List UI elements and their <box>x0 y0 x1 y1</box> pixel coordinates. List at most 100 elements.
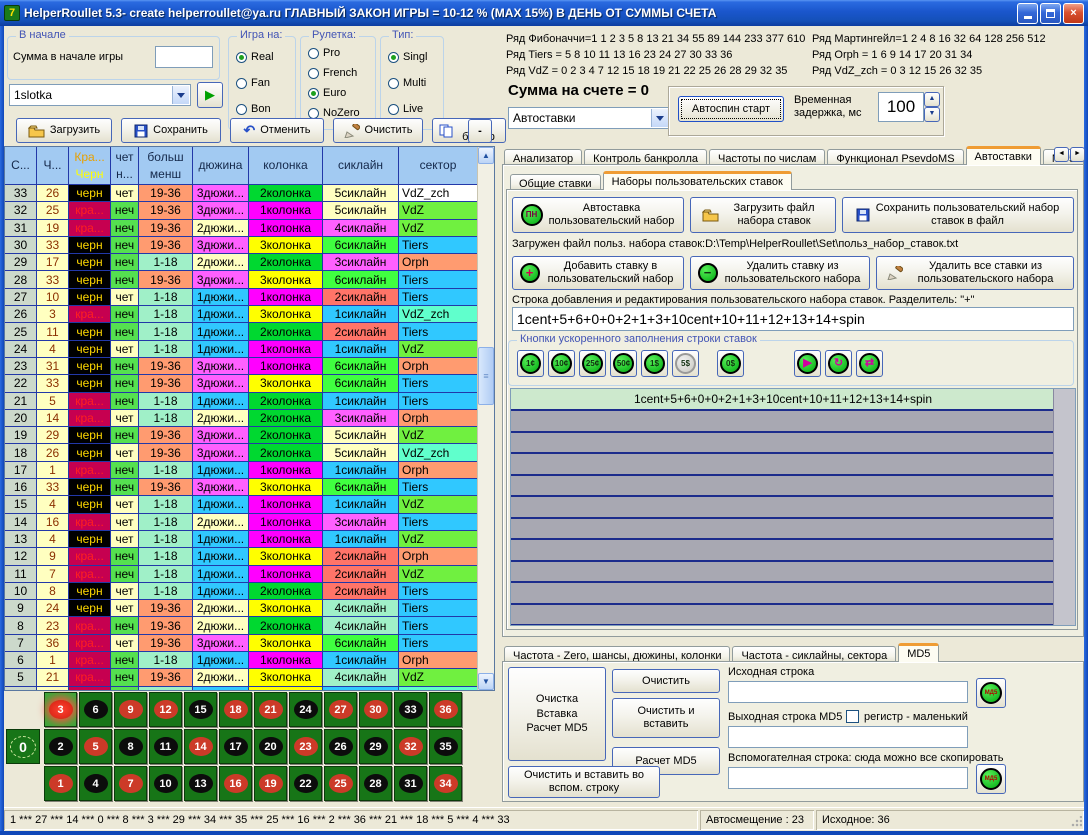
roulette-number-20[interactable]: 20 <box>254 729 287 764</box>
list-item[interactable] <box>511 454 1055 476</box>
stepper-down-icon[interactable]: ▼ <box>924 107 940 122</box>
md5-calc-source-button[interactable]: МД5 <box>976 678 1006 708</box>
radio-option-live[interactable]: Live <box>388 103 423 115</box>
table-row[interactable]: 2710чернчет1-181дюжи...1колонка2сиклайнT… <box>5 289 494 306</box>
roulette-number-6[interactable]: 6 <box>79 692 112 727</box>
table-row[interactable]: 1416кра...чет1-182дюжи...1колонка3сиклай… <box>5 514 494 531</box>
delete-bet-button[interactable]: − Удалить ставку из пользовательского на… <box>690 256 870 290</box>
table-row[interactable]: 521кра...неч19-362дюжи...3колонка4сиклай… <box>5 669 494 686</box>
roulette-number-16[interactable]: 16 <box>219 766 252 801</box>
load-set-file-button[interactable]: Загрузить файл набора ставок <box>690 197 836 233</box>
table-row[interactable]: 3225кра...неч19-363дюжи...1колонка5сикла… <box>5 202 494 219</box>
roulette-number-22[interactable]: 22 <box>289 766 322 801</box>
roulette-number-4[interactable]: 4 <box>79 766 112 801</box>
table-row[interactable]: 244чернчет1-181дюжи...1колонка1сиклайнVd… <box>5 341 494 358</box>
autospin-start-button[interactable]: Автоспин старт <box>678 96 784 122</box>
bets-list-header[interactable]: 1cent+5+6+0+0+2+1+3+10cent+10+11+12+13+1… <box>511 389 1055 411</box>
table-row[interactable]: 3326чернчет19-363дюжи...2колонка5сиклайн… <box>5 185 494 202</box>
save-set-file-button[interactable]: Сохранить пользовательский набор ставок … <box>842 197 1074 233</box>
roulette-number-30[interactable]: 30 <box>359 692 392 727</box>
chevron-down-icon[interactable] <box>172 86 189 104</box>
list-item[interactable] <box>511 605 1055 627</box>
roulette-number-29[interactable]: 29 <box>359 729 392 764</box>
table-row[interactable]: 108чернчет1-181дюжи...2колонка2сиклайнTi… <box>5 583 494 600</box>
table-row[interactable]: 2511черннеч1-181дюжи...2колонка2сиклайнT… <box>5 323 494 340</box>
roulette-number-3[interactable]: 3 <box>44 692 77 727</box>
clear-paste-aux-button[interactable]: Очистить и вставить во вспом. строку <box>508 766 660 798</box>
radio-option-singl[interactable]: Singl <box>388 51 427 63</box>
roulette-number-34[interactable]: 34 <box>429 766 462 801</box>
stepper-up-icon[interactable]: ▲ <box>924 92 940 107</box>
list-item[interactable] <box>511 519 1055 541</box>
chevron-down-icon[interactable] <box>651 109 668 127</box>
roulette-number-13[interactable]: 13 <box>184 766 217 801</box>
table-row[interactable]: 43кра...неч1-181дюжи...3колонка1сиклайнV… <box>5 687 494 691</box>
coin-button-1$[interactable]: 1$ <box>641 350 668 377</box>
radio-option-multi[interactable]: Multi <box>388 77 426 89</box>
bottomtab-3[interactable]: MD5 <box>898 643 939 662</box>
table-row[interactable]: 134чернчет1-181дюжи...1колонка1сиклайнVd… <box>5 531 494 548</box>
list-item[interactable] <box>511 540 1055 562</box>
tab-scroll-right-icon[interactable]: ► <box>1070 147 1085 162</box>
roulette-number-26[interactable]: 26 <box>324 729 357 764</box>
roulette-number-19[interactable]: 19 <box>254 766 287 801</box>
toolbar-button-3[interactable]: ↶Отменить <box>230 118 324 143</box>
bets-list[interactable]: 1cent+5+6+0+0+2+1+3+10cent+10+11+12+13+1… <box>510 388 1076 626</box>
coin-button-0$[interactable]: 0$ <box>717 350 744 377</box>
table-row[interactable]: 129кра...неч1-181дюжи...3колонка2сиклайн… <box>5 548 494 565</box>
toolbar-button-2[interactable]: Сохранить <box>121 118 221 143</box>
roulette-number-12[interactable]: 12 <box>149 692 182 727</box>
roulette-number-35[interactable]: 35 <box>429 729 462 764</box>
table-row[interactable]: 2233черннеч19-363дюжи...3колонка6сиклайн… <box>5 375 494 392</box>
radio-option-euro[interactable]: Euro <box>308 87 346 99</box>
roulette-number-14[interactable]: 14 <box>184 729 217 764</box>
table-scrollbar[interactable]: ▲ ≡ ▼ <box>477 147 494 690</box>
roulette-number-24[interactable]: 24 <box>289 692 322 727</box>
roulette-number-8[interactable]: 8 <box>114 729 147 764</box>
radio-option-real[interactable]: Real <box>236 51 274 63</box>
toolbar-button-4[interactable]: Очистить <box>333 118 423 143</box>
radio-option-bon[interactable]: Bon <box>236 103 271 115</box>
table-row[interactable]: 2331черннеч19-363дюжи...1колонка6сиклайн… <box>5 358 494 375</box>
resize-grip[interactable] <box>1070 816 1082 828</box>
close-button[interactable]: × <box>1063 3 1084 24</box>
table-row[interactable]: 2014кра...чет1-182дюжи...2колонка3сиклай… <box>5 410 494 427</box>
roulette-number-9[interactable]: 9 <box>114 692 147 727</box>
table-row[interactable]: 3033черннеч19-363дюжи...3колонка6сиклайн… <box>5 237 494 254</box>
roulette-number-17[interactable]: 17 <box>219 729 252 764</box>
radio-option-pro[interactable]: Pro <box>308 47 340 59</box>
list-item[interactable] <box>511 433 1055 455</box>
action-button-transfer-icon[interactable]: ⇄ <box>856 350 883 377</box>
roulette-number-21[interactable]: 21 <box>254 692 287 727</box>
md5-clear-paste-calc-button[interactable]: ОчисткаВставкаРасчет MD5 <box>508 667 606 761</box>
action-button-respin-icon[interactable]: ↻ <box>825 350 852 377</box>
roulette-number-10[interactable]: 10 <box>149 766 182 801</box>
scroll-up-icon[interactable]: ▲ <box>478 147 494 164</box>
roulette-number-0[interactable]: 0 <box>6 729 40 764</box>
list-item[interactable] <box>511 497 1055 519</box>
scroll-down-icon[interactable]: ▼ <box>478 673 494 690</box>
radio-option-french[interactable]: French <box>308 67 357 79</box>
roulette-number-23[interactable]: 23 <box>289 729 322 764</box>
coin-button-10¢[interactable]: 10¢ <box>548 350 575 377</box>
roulette-number-33[interactable]: 33 <box>394 692 427 727</box>
list-item[interactable] <box>511 476 1055 498</box>
slot-combobox[interactable]: 1slotka <box>9 84 191 106</box>
list-item[interactable] <box>511 583 1055 605</box>
roulette-number-36[interactable]: 36 <box>429 692 462 727</box>
subtab-2[interactable]: Наборы пользовательских ставок <box>603 171 792 190</box>
table-row[interactable]: 1929черннеч19-363дюжи...2колонка5сиклайн… <box>5 427 494 444</box>
table-row[interactable]: 924чернчет19-362дюжи...3колонка4сиклайнT… <box>5 600 494 617</box>
add-bet-button[interactable]: + Добавить ставку в пользовательский наб… <box>512 256 684 290</box>
table-row[interactable]: 736кра...чет19-363дюжи...3колонка6сиклай… <box>5 635 494 652</box>
table-row[interactable]: 823кра...неч19-362дюжи...2колонка4сиклай… <box>5 617 494 634</box>
scrollbar-thumb[interactable]: ≡ <box>478 347 494 405</box>
md5-clear-paste-button[interactable]: Очистить и вставить <box>612 698 720 738</box>
collapse-panel-button[interactable]: - <box>468 119 492 143</box>
coin-button-1¢[interactable]: 1¢ <box>517 350 544 377</box>
roulette-number-18[interactable]: 18 <box>219 692 252 727</box>
delay-value[interactable]: 100 <box>878 92 924 122</box>
maximize-button[interactable] <box>1040 3 1061 24</box>
list-item[interactable] <box>511 562 1055 584</box>
roulette-number-1[interactable]: 1 <box>44 766 77 801</box>
